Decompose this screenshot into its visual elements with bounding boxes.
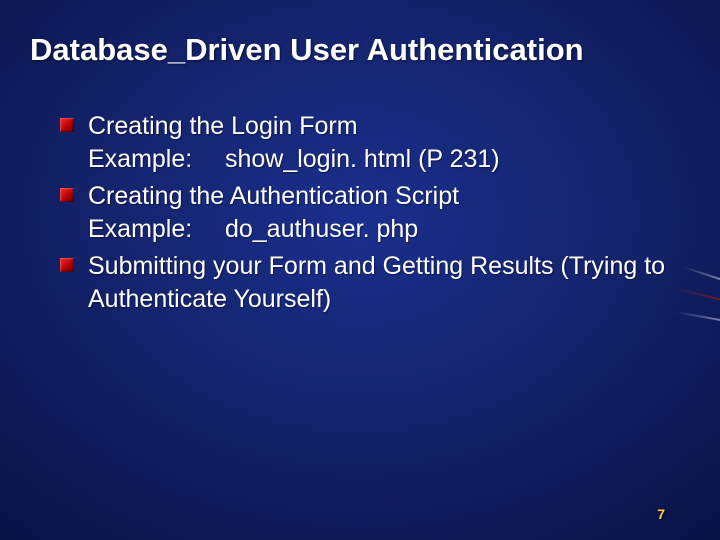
bullet-example: Example: do_authuser. php — [88, 213, 680, 246]
example-label: Example: — [88, 213, 218, 246]
bullet-example: Example: show_login. html (P 231) — [88, 143, 680, 176]
example-value: do_authuser. php — [225, 215, 418, 243]
streak-line — [677, 311, 720, 322]
bullet-main: Creating the Authentication Script — [88, 182, 459, 210]
bullet-item: Creating the Login Form Example: show_lo… — [60, 110, 680, 176]
bullet-text: Creating the Login Form Example: show_lo… — [88, 110, 680, 176]
bullet-text: Creating the Authentication Script Examp… — [88, 180, 680, 246]
example-label: Example: — [88, 143, 218, 176]
example-value: show_login. html (P 231) — [225, 145, 500, 173]
slide-title: Database_Driven User Authentication — [30, 32, 700, 68]
slide-body: Creating the Login Form Example: show_lo… — [60, 110, 680, 320]
bullet-icon — [60, 118, 74, 132]
bullet-item: Submitting your Form and Getting Results… — [60, 250, 680, 316]
corner-decoration — [680, 250, 720, 370]
bullet-icon — [60, 188, 74, 202]
bullet-text: Submitting your Form and Getting Results… — [88, 250, 680, 316]
bullet-icon — [60, 258, 74, 272]
bullet-main: Creating the Login Form — [88, 112, 358, 140]
bullet-item: Creating the Authentication Script Examp… — [60, 180, 680, 246]
slide: Database_Driven User Authentication Crea… — [0, 0, 720, 540]
bullet-main: Submitting your Form and Getting Results… — [88, 252, 665, 313]
page-number: 7 — [657, 506, 665, 522]
streak-line — [683, 266, 720, 282]
